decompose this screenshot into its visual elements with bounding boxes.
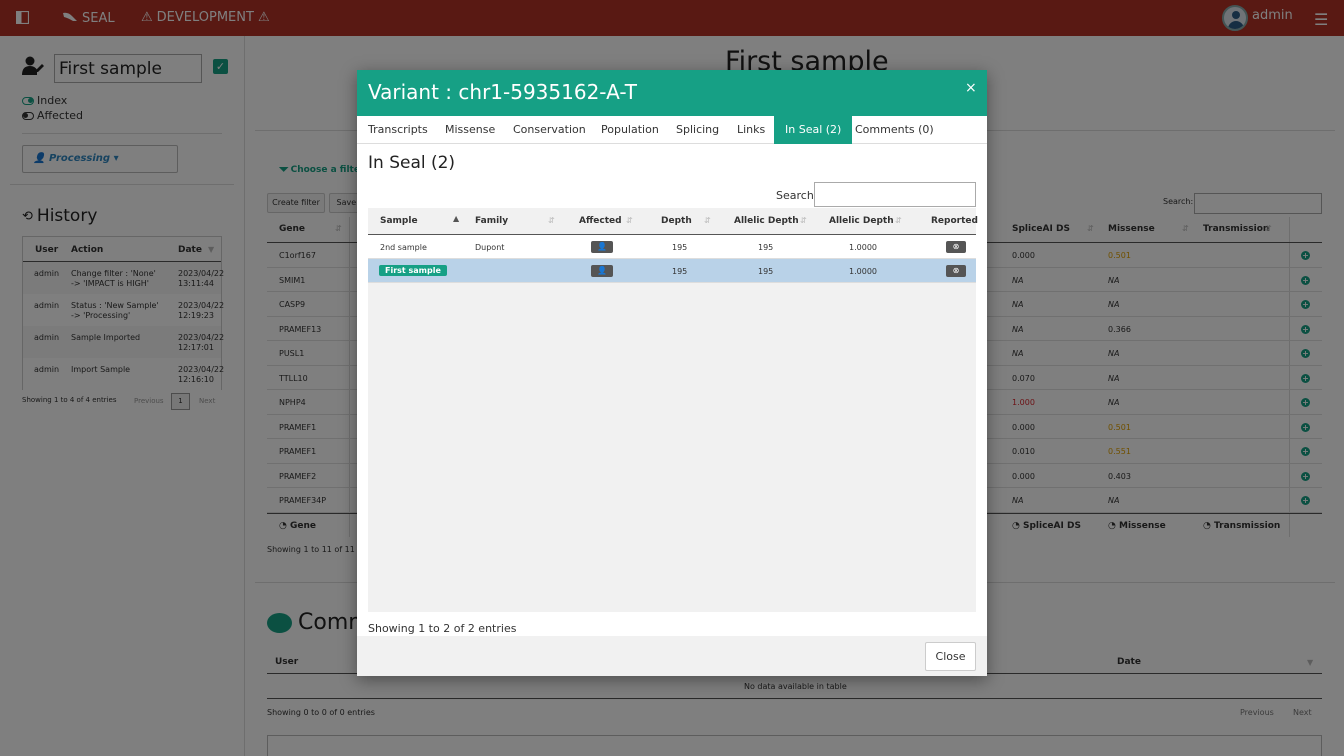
sort-icon: ⇵ — [895, 216, 902, 225]
modal-close-icon[interactable]: × — [965, 80, 977, 96]
tab-transcripts[interactable]: Transcripts — [357, 116, 439, 144]
in-seal-search-input[interactable] — [814, 182, 976, 207]
tab-splicing[interactable]: Splicing — [665, 116, 730, 144]
close-button[interactable]: Close — [925, 642, 976, 671]
col-allelic-depth[interactable]: Allelic Depth — [734, 216, 799, 226]
col-allelic-frequency[interactable]: Allelic Depth — [829, 216, 894, 226]
allelic-frequency-cell: 1.0000 — [849, 267, 877, 276]
sort-icon: ⇵ — [800, 216, 807, 225]
col-affected[interactable]: Affected — [579, 216, 622, 226]
tab-conservation[interactable]: Conservation — [502, 116, 597, 144]
variant-modal: Variant : chr1-5935162-A-T × Transcripts… — [357, 70, 987, 676]
in-seal-title: In Seal (2) — [368, 153, 456, 173]
in-seal-search-label: Search: — [776, 189, 818, 202]
tab-population[interactable]: Population — [590, 116, 670, 144]
in-seal-table: Sample ▲ Family ⇵ Affected ⇵ Depth ⇵ All… — [368, 208, 978, 612]
sample-link[interactable]: 2nd sample — [380, 243, 427, 252]
in-seal-row[interactable]: First sample 👤 195 195 1.0000 ⊗ — [368, 259, 976, 283]
allelic-frequency-cell: 1.0000 — [849, 243, 877, 252]
tab-in-seal[interactable]: In Seal (2) — [774, 116, 853, 144]
allelic-depth-cell: 195 — [758, 243, 774, 252]
sort-icon: ⇵ — [704, 216, 711, 225]
depth-cell: 195 — [672, 243, 688, 252]
tab-missense[interactable]: Missense — [434, 116, 506, 144]
col-reported[interactable]: Reported — [931, 216, 978, 226]
family-cell: Dupont — [475, 243, 505, 252]
sample-link[interactable]: First sample — [379, 265, 447, 276]
col-sample[interactable]: Sample — [380, 216, 418, 226]
modal-footer: Close — [357, 636, 987, 676]
sort-icon: ⇵ — [548, 216, 555, 225]
col-depth[interactable]: Depth — [661, 216, 692, 226]
sort-icon: ⇵ — [626, 216, 633, 225]
sort-asc-icon: ▲ — [453, 214, 460, 223]
affected-user-icon[interactable]: 👤 — [591, 241, 613, 253]
in-seal-row[interactable]: 2nd sample Dupont 👤 195 195 1.0000 ⊗ — [368, 235, 976, 259]
in-seal-info: Showing 1 to 2 of 2 entries — [368, 622, 517, 635]
tab-comments[interactable]: Comments (0) — [844, 116, 945, 144]
in-seal-header: Sample ▲ Family ⇵ Affected ⇵ Depth ⇵ All… — [368, 208, 978, 234]
in-seal-body — [368, 235, 976, 612]
modal-header: Variant : chr1-5935162-A-T × — [357, 70, 987, 116]
allelic-depth-cell: 195 — [758, 267, 774, 276]
modal-tabs: Transcripts Missense Conservation Popula… — [357, 116, 987, 144]
depth-cell: 195 — [672, 267, 688, 276]
modal-title: Variant : chr1-5935162-A-T — [368, 80, 637, 104]
col-family[interactable]: Family — [475, 216, 508, 226]
reported-x-icon[interactable]: ⊗ — [946, 265, 966, 277]
reported-x-icon[interactable]: ⊗ — [946, 241, 966, 253]
affected-user-icon[interactable]: 👤 — [591, 265, 613, 277]
tab-links[interactable]: Links — [726, 116, 776, 144]
